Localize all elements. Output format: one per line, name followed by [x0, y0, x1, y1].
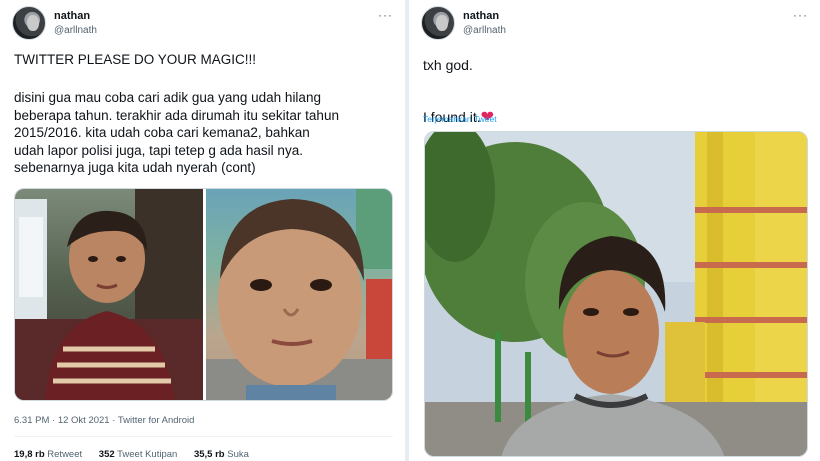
tweet-media[interactable] — [14, 188, 393, 401]
quote-label: Tweet Kutipan — [117, 449, 178, 460]
like-stat[interactable]: 35,5 rb Suka — [194, 449, 249, 460]
avatar[interactable] — [421, 6, 455, 40]
quote-stat[interactable]: 352 Tweet Kutipan — [99, 449, 178, 460]
photo-illustration — [15, 189, 203, 400]
divider — [14, 436, 393, 437]
author-handle[interactable]: @arllnath — [54, 25, 97, 36]
tweet-media[interactable] — [424, 131, 808, 457]
retweet-count: 19,8 rb — [14, 449, 45, 460]
author-name[interactable]: nathan — [54, 10, 90, 22]
retweet-label: Retweet — [47, 449, 83, 460]
quote-count: 352 — [98, 449, 115, 460]
tweet-text-line1: txh god. — [423, 57, 473, 73]
more-options-icon[interactable]: ··· — [378, 8, 393, 22]
like-count: 35,5 rb — [193, 449, 225, 460]
photo-illustration — [206, 189, 392, 400]
photo-teen-outdoors — [425, 132, 807, 456]
photo-child-closeup[interactable] — [206, 189, 392, 400]
tweet-timestamp[interactable]: 6.31 PM · 12 Okt 2021 · Twitter for Andr… — [14, 415, 194, 426]
photo-child-young[interactable] — [15, 189, 203, 400]
author-name[interactable]: nathan — [463, 10, 499, 22]
tweet-text: disini gua mau coba cari adik gua yang u… — [14, 90, 339, 175]
more-options-icon[interactable]: ··· — [793, 8, 808, 22]
tweet-headline: TWITTER PLEASE DO YOUR MAGIC!!! — [14, 52, 257, 67]
tweet-header: nathan @arllnath ··· — [421, 6, 808, 42]
like-label: Suka — [227, 449, 249, 460]
tweet-card-left[interactable]: nathan @arllnath ··· TWITTER PLEASE DO Y… — [0, 0, 405, 461]
avatar[interactable] — [12, 6, 46, 40]
tweet-stats: 19,8 rb Retweet 352 Tweet Kutipan 35,5 r… — [14, 449, 263, 460]
author-handle[interactable]: @arllnath — [463, 25, 506, 36]
translate-tweet-link[interactable]: Terjemahkan Tweet — [423, 114, 497, 124]
tweet-header: nathan @arllnath ··· — [12, 6, 393, 42]
retweet-stat[interactable]: 19,8 rb Retweet — [14, 449, 82, 460]
